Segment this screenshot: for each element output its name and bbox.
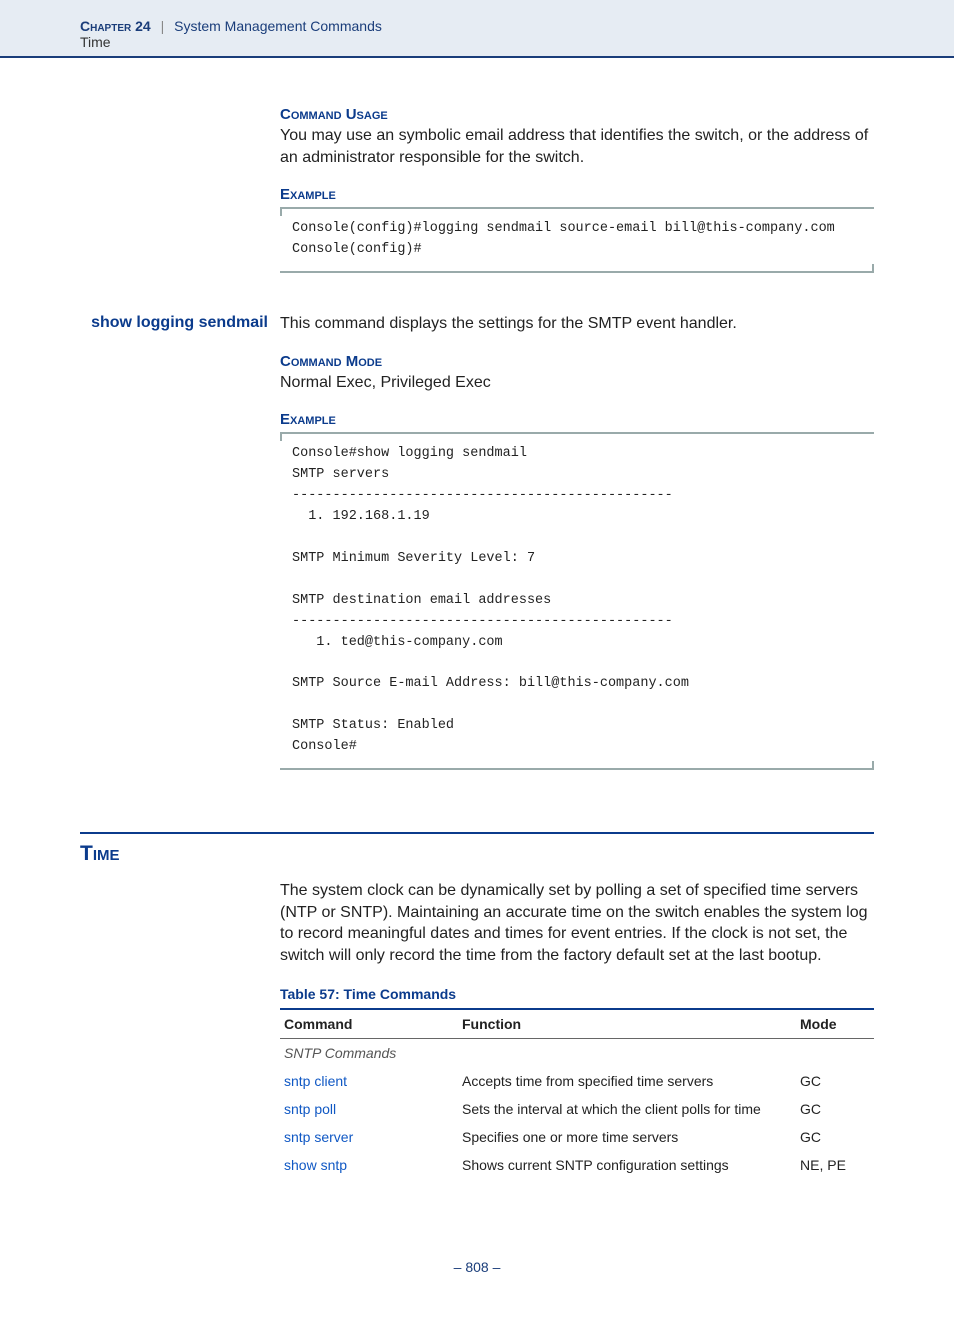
th-function: Function (458, 1009, 796, 1039)
table-subgroup: SNTP Commands (280, 1039, 874, 1068)
chapter-label: Chapter 24 (80, 18, 151, 34)
table-row: sntp poll Sets the interval at which the… (280, 1095, 874, 1123)
heading-example: Example (280, 411, 874, 428)
text-command-usage: You may use an symbolic email address th… (280, 125, 874, 168)
chapter-title: System Management Commands (174, 18, 382, 34)
cmd-link[interactable]: sntp poll (284, 1101, 336, 1117)
heading-command-mode: Command Mode (280, 353, 874, 370)
command-description: This command displays the settings for t… (280, 313, 874, 335)
table-row: sntp client Accepts time from specified … (280, 1067, 874, 1095)
cell-function: Shows current SNTP configuration setting… (458, 1151, 796, 1179)
chapter-subhead: Time (80, 34, 874, 50)
table-row: sntp server Specifies one or more time s… (280, 1123, 874, 1151)
cmd-link[interactable]: show sntp (284, 1157, 347, 1173)
chapter-line: Chapter 24 | System Management Commands (80, 18, 874, 34)
table-row: show sntp Shows current SNTP configurati… (280, 1151, 874, 1179)
heading-command-usage: Command Usage (280, 106, 874, 123)
page: Chapter 24 | System Management Commands … (0, 0, 954, 1335)
time-commands-table: Command Function Mode SNTP Commands sntp… (280, 1008, 874, 1179)
cell-mode: GC (796, 1123, 874, 1151)
code-example-2: Console#show logging sendmail SMTP serve… (280, 432, 874, 770)
text-time-intro: The system clock can be dynamically set … (280, 880, 874, 966)
table-caption: Table 57: Time Commands (280, 986, 874, 1002)
cell-function: Sets the interval at which the client po… (458, 1095, 796, 1123)
section-show-logging-sendmail: show logging sendmail This command displ… (80, 313, 874, 782)
command-name: show logging sendmail (80, 313, 268, 334)
text-command-mode: Normal Exec, Privileged Exec (280, 372, 874, 394)
th-command: Command (280, 1009, 458, 1039)
chapter-separator: | (161, 18, 165, 34)
cell-mode: GC (796, 1095, 874, 1123)
section-command-usage: Command Usage You may use an symbolic em… (80, 88, 874, 285)
heading-time: Time (80, 832, 874, 866)
content: Command Usage You may use an symbolic em… (0, 58, 954, 1335)
cmd-link[interactable]: sntp client (284, 1073, 347, 1089)
th-mode: Mode (796, 1009, 874, 1039)
subgroup-label: SNTP Commands (280, 1039, 874, 1068)
page-header: Chapter 24 | System Management Commands … (0, 0, 954, 58)
cell-mode: NE, PE (796, 1151, 874, 1179)
heading-example: Example (280, 186, 874, 203)
code-example-1: Console(config)#logging sendmail source-… (280, 207, 874, 273)
cmd-link[interactable]: sntp server (284, 1129, 353, 1145)
cell-mode: GC (796, 1067, 874, 1095)
page-number: – 808 – (80, 1259, 874, 1275)
cell-function: Accepts time from specified time servers (458, 1067, 796, 1095)
cell-function: Specifies one or more time servers (458, 1123, 796, 1151)
section-time: The system clock can be dynamically set … (80, 880, 874, 1179)
